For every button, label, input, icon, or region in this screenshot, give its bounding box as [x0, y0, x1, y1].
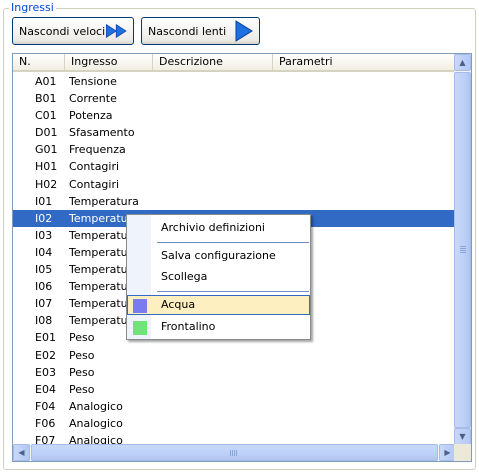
- cell-n: G01: [35, 143, 58, 157]
- table-row[interactable]: E03 Peso: [13, 364, 456, 381]
- menu-separator: [157, 242, 309, 243]
- group-title: Ingressi: [9, 1, 56, 14]
- cell-ingresso: Peso: [69, 348, 95, 362]
- cell-n: F04: [35, 399, 56, 413]
- table-row[interactable]: H01 Contagiri: [13, 158, 456, 175]
- vertical-scroll-thumb[interactable]: [454, 72, 471, 428]
- table-row[interactable]: E04 Peso: [13, 381, 456, 398]
- table-row[interactable]: H02 Contagiri: [13, 176, 456, 193]
- hide-fast-button[interactable]: Nascondi veloci: [12, 17, 134, 45]
- cell-n: E02: [35, 348, 56, 362]
- cell-ingresso: Sfasamento: [69, 126, 135, 140]
- scroll-down-icon[interactable]: ▼: [454, 428, 471, 445]
- cell-n: I05: [35, 263, 53, 277]
- cell-n: E01: [35, 331, 56, 345]
- list-header: N. Ingresso Descrizione Parametri: [13, 54, 456, 72]
- menu-item-frontalino-label: Frontalino: [161, 320, 216, 333]
- context-menu: Archivio definizioni Salva configurazion…: [126, 214, 311, 340]
- cell-ingresso: Temperatura: [69, 194, 139, 208]
- vertical-scrollbar[interactable]: ▲ ▼: [454, 54, 471, 445]
- cell-n: D01: [35, 126, 58, 140]
- scroll-up-icon[interactable]: ▲: [454, 54, 471, 71]
- horizontal-scroll-thumb[interactable]: [31, 444, 438, 461]
- cell-ingresso: Frequenza: [69, 143, 126, 157]
- menu-item-salva-configurazione[interactable]: Salva configurazione: [127, 246, 310, 266]
- cell-n: I07: [35, 297, 53, 311]
- hide-slow-button[interactable]: Nascondi lenti: [141, 17, 260, 45]
- menu-separator: [157, 291, 309, 292]
- cell-n: I04: [35, 245, 53, 259]
- cell-n: I01: [35, 194, 53, 208]
- table-row[interactable]: E02 Peso: [13, 347, 456, 364]
- menu-item-acqua[interactable]: Acqua: [127, 295, 310, 315]
- cell-ingresso: Tensione: [69, 75, 117, 88]
- scrollbar-corner: [454, 444, 471, 461]
- cell-ingresso: Contagiri: [69, 177, 120, 191]
- menu-item-frontalino[interactable]: Frontalino: [127, 317, 310, 337]
- cell-ingresso: Analogico: [69, 399, 123, 413]
- cell-n: A01: [35, 75, 57, 88]
- cell-n: F06: [35, 416, 56, 430]
- hide-fast-label: Nascondi veloci: [19, 24, 106, 38]
- table-row[interactable]: F06 Analogico: [13, 415, 456, 432]
- cell-n: E04: [35, 382, 56, 396]
- scroll-left-icon[interactable]: ◀: [13, 444, 30, 461]
- cell-n: C01: [35, 109, 57, 123]
- double-right-arrow-icon: [106, 24, 127, 38]
- menu-item-archivio-definizioni[interactable]: Archivio definizioni: [127, 218, 310, 238]
- column-header-ingresso[interactable]: Ingresso: [65, 54, 153, 70]
- table-row[interactable]: G01 Frequenza: [13, 141, 456, 158]
- cell-n: E03: [35, 365, 56, 379]
- cell-ingresso: Peso: [69, 382, 95, 396]
- cell-n: I08: [35, 314, 53, 328]
- cell-n: I03: [35, 228, 53, 242]
- right-arrow-icon: [235, 20, 253, 42]
- table-row[interactable]: C01 Potenza: [13, 107, 456, 124]
- cell-ingresso: Analogico: [69, 416, 123, 430]
- menu-item-acqua-label: Acqua: [161, 298, 196, 311]
- hide-slow-label: Nascondi lenti: [148, 24, 227, 38]
- cell-ingresso: Corrente: [69, 92, 117, 106]
- cell-ingresso: Peso: [69, 365, 95, 379]
- cell-n: I02: [35, 211, 53, 225]
- frontalino-color-swatch: [133, 321, 147, 335]
- table-row[interactable]: A01 Tensione: [13, 73, 456, 90]
- table-row[interactable]: B01 Corrente: [13, 90, 456, 107]
- cell-ingresso: Contagiri: [69, 160, 120, 174]
- column-header-n[interactable]: N.: [13, 54, 65, 70]
- column-header-parametri[interactable]: Parametri: [273, 54, 456, 70]
- table-row[interactable]: D01 Sfasamento: [13, 124, 456, 141]
- table-row[interactable]: I01 Temperatura: [13, 193, 456, 210]
- cell-n: H01: [35, 160, 58, 174]
- cell-ingresso: Potenza: [69, 109, 113, 123]
- horizontal-scrollbar[interactable]: ◀ ▶: [13, 444, 456, 461]
- cell-n: I06: [35, 280, 53, 294]
- cell-n: B01: [35, 92, 57, 106]
- menu-item-scollega[interactable]: Scollega: [127, 267, 310, 287]
- acqua-color-swatch: [133, 299, 147, 313]
- cell-n: H02: [35, 177, 58, 191]
- table-row[interactable]: F04 Analogico: [13, 398, 456, 415]
- column-header-descrizione[interactable]: Descrizione: [153, 54, 273, 70]
